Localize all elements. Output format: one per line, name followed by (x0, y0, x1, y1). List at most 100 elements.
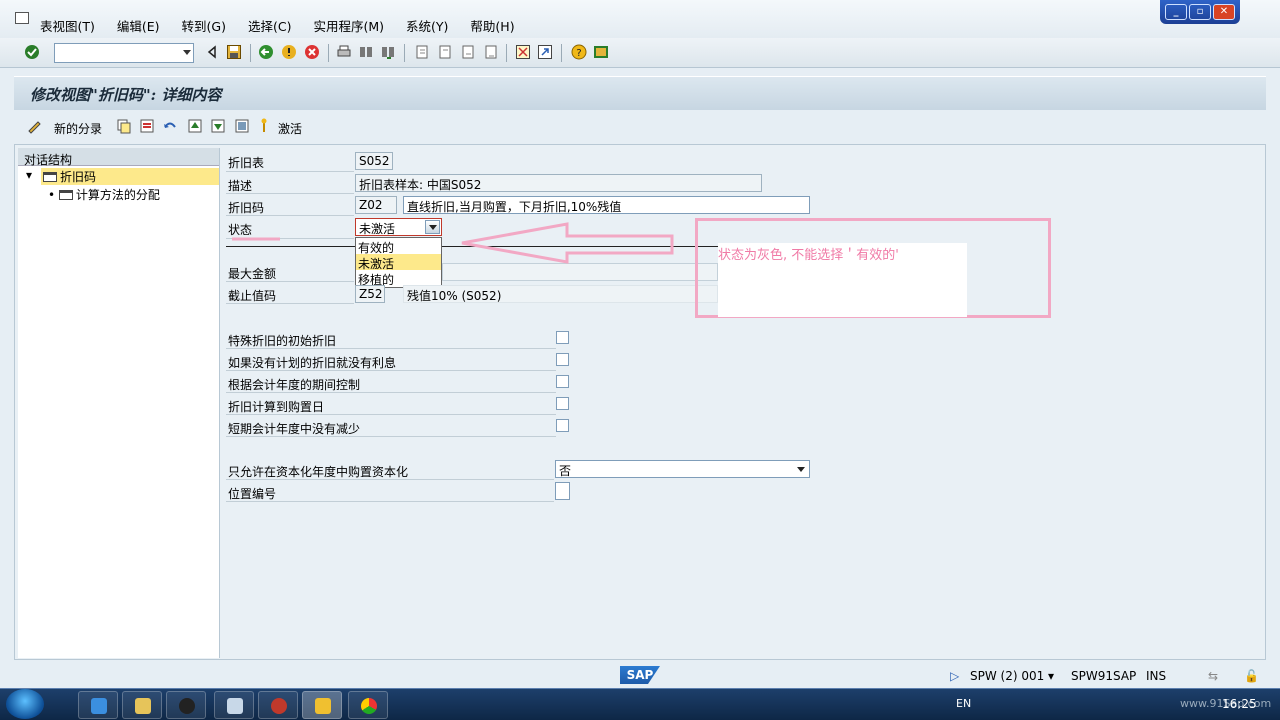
select-all-icon[interactable] (234, 118, 250, 134)
help-icon[interactable]: ? (571, 44, 587, 60)
lock-icon[interactable]: 🔓 (1244, 669, 1259, 683)
command-field[interactable] (54, 43, 194, 63)
menu-edit[interactable]: 编辑(E) (117, 16, 160, 35)
cutoff-key-description: 残值10% (S052) (403, 285, 718, 303)
folder-icon (58, 190, 73, 200)
find-next-icon[interactable] (380, 44, 396, 60)
tree-header: 对话结构 (18, 148, 219, 167)
notes-taskbar-button[interactable] (214, 691, 254, 719)
last-page-icon[interactable] (483, 44, 499, 60)
application-toolbar: 新的分录 激活 (14, 110, 1266, 142)
shortcut-icon[interactable] (537, 44, 553, 60)
close-icon[interactable]: ✕ (1213, 4, 1235, 20)
tree-node-label: 计算方法的分配 (75, 188, 160, 202)
explorer-taskbar-button[interactable] (122, 691, 162, 719)
chevron-down-icon[interactable]: ▾ (1048, 669, 1054, 683)
next-page-icon[interactable] (460, 44, 476, 60)
checkbox-depreciation-to-acquisition[interactable] (556, 397, 569, 410)
new-entries-button[interactable]: 新的分录 (54, 120, 102, 137)
change-icon[interactable] (26, 118, 42, 134)
menu-help[interactable]: 帮助(H) (470, 16, 514, 35)
tree-node-depreciation-key[interactable]: 折旧码 (41, 168, 219, 185)
cancel-icon[interactable] (304, 44, 320, 60)
title-bar: 修改视图"折旧码": 详细内容 (14, 76, 1266, 110)
description-field: 折旧表样本: 中国S052 (355, 174, 762, 192)
start-button[interactable] (6, 689, 44, 719)
menu-goto[interactable]: 转到(G) (182, 16, 226, 35)
language-indicator[interactable]: EN (956, 697, 971, 710)
menubar: 表视图(T) 编辑(E) 转到(G) 选择(C) 实用程序(M) 系统(Y) 帮… (0, 0, 1280, 38)
checkbox-no-interest[interactable] (556, 353, 569, 366)
checkbox-no-reduction[interactable] (556, 419, 569, 432)
chevron-down-icon[interactable] (183, 50, 191, 55)
ie-taskbar-button[interactable] (78, 691, 118, 719)
label-cutoff-key: 截止值码 (228, 289, 277, 303)
undo-icon[interactable] (162, 118, 178, 134)
activate-button[interactable]: 激活 (278, 120, 302, 137)
exit-icon[interactable] (281, 44, 297, 60)
save-icon[interactable] (226, 44, 242, 60)
tree-expand-icon[interactable]: ▾ (26, 168, 32, 185)
restore-icon[interactable]: ▫ (1189, 4, 1211, 20)
find-icon[interactable] (358, 44, 374, 60)
dialog-structure-tree: 对话结构 (18, 148, 220, 658)
label-no-reduction: 短期会计年度中没有减少 (228, 422, 361, 436)
back-icon[interactable] (258, 44, 274, 60)
label-position-number: 位置编号 (228, 487, 277, 501)
previous-entry-icon[interactable] (187, 118, 203, 134)
next-entry-icon[interactable] (210, 118, 226, 134)
depreciation-key-description-field[interactable]: 直线折旧,当月购置，下月折旧,10%残值 (403, 196, 810, 214)
delete-icon[interactable] (139, 118, 155, 134)
position-number-field[interactable] (555, 482, 570, 500)
menu-selection[interactable]: 选择(C) (248, 16, 291, 35)
session-icon: ⇆ (1208, 669, 1219, 683)
layout-icon[interactable] (593, 44, 609, 60)
label-period-control: 根据会计年度的期间控制 (228, 378, 361, 392)
menu-table-view[interactable]: 表视图(T) (40, 16, 95, 35)
sap-menu-icon[interactable] (15, 12, 29, 24)
server-name: SPW91SAP (1071, 669, 1137, 683)
player-taskbar-button[interactable] (258, 691, 298, 719)
folder-icon (43, 172, 57, 182)
label-description: 描述 (228, 179, 253, 193)
cutoff-key-field: Z52 (355, 285, 385, 303)
minimize-icon[interactable]: _ (1165, 4, 1187, 20)
capitalization-select-value: 否 (559, 464, 572, 478)
menu-utilities[interactable]: 实用程序(M) (313, 16, 384, 35)
bullet-icon: • (48, 188, 59, 202)
label-depreciation-to-acquisition: 折旧计算到购置日 (228, 400, 325, 414)
create-session-icon[interactable] (515, 44, 531, 60)
label-capitalization: 只允许在资本化年度中购置资本化 (228, 465, 409, 479)
tree-node-calc-method[interactable]: • 计算方法的分配 (48, 186, 160, 203)
checkbox-period-control[interactable] (556, 375, 569, 388)
chevron-down-icon[interactable] (797, 467, 805, 472)
back-arrow-icon[interactable] (204, 44, 220, 60)
activate-icon[interactable] (260, 118, 268, 134)
print-icon[interactable] (336, 44, 352, 60)
depreciation-table-field: S052 (355, 152, 393, 170)
checkbox-special-initial-depreciation[interactable] (556, 331, 569, 344)
menu-list: 表视图(T) 编辑(E) 转到(G) 选择(C) 实用程序(M) 系统(Y) 帮… (40, 16, 515, 35)
label-no-interest: 如果没有计划的折旧就没有利息 (228, 356, 397, 370)
label-special-initial-depreciation: 特殊折旧的初始折旧 (228, 334, 337, 348)
enter-check-icon[interactable] (24, 44, 40, 60)
label-depreciation-table: 折旧表 (228, 156, 265, 170)
window-controls: _ ▫ ✕ (1160, 0, 1240, 24)
chrome-taskbar-button[interactable] (348, 691, 388, 719)
status-expand-icon[interactable]: ▷ (950, 669, 959, 683)
svg-text:?: ? (576, 48, 581, 59)
depreciation-key-field: Z02 (355, 196, 397, 214)
first-page-icon[interactable] (414, 44, 430, 60)
sap-taskbar-button[interactable] (302, 691, 342, 719)
tree-node-label: 折旧码 (60, 170, 97, 184)
capitalization-select[interactable]: 否 (555, 460, 810, 478)
qq-taskbar-button[interactable] (166, 691, 206, 719)
menu-system[interactable]: 系统(Y) (406, 16, 448, 35)
prev-page-icon[interactable] (437, 44, 453, 60)
dropdown-option-migrated[interactable]: 移植的 (356, 270, 441, 287)
copy-icon[interactable] (116, 118, 132, 134)
system-info: SPW (2) 001 (970, 669, 1045, 683)
annotation-arrow (232, 222, 674, 264)
clock[interactable]: 16:25 (1222, 697, 1257, 711)
insert-mode: INS (1146, 669, 1167, 683)
